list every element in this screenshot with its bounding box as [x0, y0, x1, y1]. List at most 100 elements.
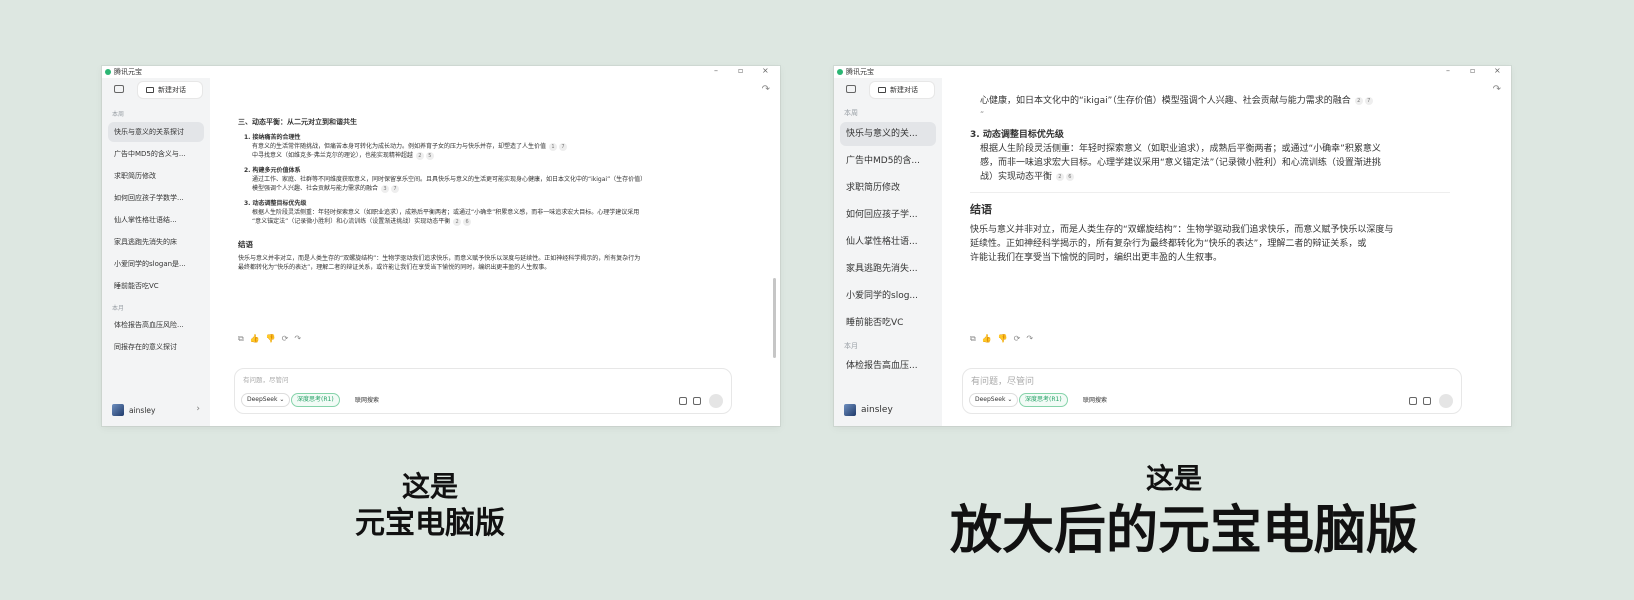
- sidebar-item[interactable]: 同报存在的意义探讨: [108, 337, 204, 357]
- chat-main: ↷ 心健康，如日本文化中的“ikigai”（生存价值）模型强调个人兴趣、社会贡献…: [942, 78, 1511, 426]
- yuanbao-logo-icon: [837, 69, 843, 75]
- citation-badge[interactable]: 7: [390, 184, 399, 193]
- minimize-button[interactable]: –: [1446, 66, 1450, 75]
- app-title: 腾讯元宝: [114, 68, 142, 76]
- sidebar-toggle-icon[interactable]: [846, 85, 856, 93]
- chat-main: ↷ 三、动态平衡：从二元对立到和谐共生 1. 接纳痛苦的合理性 有意义的生活常伴…: [210, 78, 780, 426]
- sidebar-item[interactable]: 仙人掌性格壮语结...: [108, 210, 204, 230]
- section-label-month: 本月: [844, 342, 858, 350]
- sidebar-item[interactable]: 快乐与意义的关...: [840, 122, 936, 146]
- close-button[interactable]: ×: [762, 66, 769, 75]
- web-search-toggle[interactable]: 联网搜索: [1083, 395, 1107, 407]
- sidebar-item[interactable]: 求职简历修改: [840, 176, 936, 200]
- maximize-button[interactable]: ▫: [1470, 66, 1475, 75]
- sidebar-item[interactable]: 仙人掌性格壮语...: [840, 230, 936, 254]
- sidebar-item[interactable]: 求职简历修改: [108, 166, 204, 186]
- deep-think-toggle[interactable]: 深度思考(R1): [291, 393, 340, 407]
- new-chat-icon: [146, 87, 154, 93]
- maximize-button[interactable]: ▫: [738, 66, 743, 75]
- scrollbar[interactable]: [773, 278, 776, 358]
- sidebar: 新建对话 本周 快乐与意义的关... 广告中MD5的含... 求职简历修改 如何…: [834, 78, 942, 426]
- message-actions[interactable]: ⧉👍👎⟳↷: [238, 334, 307, 344]
- user-profile[interactable]: ainsley ›: [112, 402, 200, 418]
- title-bar: 腾讯元宝 – ▫ ×: [834, 66, 1511, 78]
- citation-badge[interactable]: 2: [453, 217, 462, 226]
- section-label-week: 本周: [844, 109, 858, 117]
- assistant-answer: 三、动态平衡：从二元对立到和谐共生 1. 接纳痛苦的合理性 有意义的生活常伴随挑…: [238, 118, 748, 328]
- sidebar-item[interactable]: 广告中MD5的含义与...: [108, 144, 204, 164]
- paragraph-text: 战）实现动态平衡: [980, 172, 1053, 182]
- sidebar-item[interactable]: 家具逃跑先消失...: [840, 257, 936, 281]
- section-heading: 三、动态平衡：从二元对立到和谐共生: [238, 118, 357, 126]
- citation-badge[interactable]: 2: [415, 151, 424, 160]
- citation-badge[interactable]: 2: [1055, 172, 1064, 181]
- paragraph-text: “意义锚定法”（记录微小胜利）和心流训练（设置渐进挑战）实现动态平衡: [252, 218, 451, 225]
- app-window-zoomed: 腾讯元宝 – ▫ × 新建对话 本周 快乐与意义的关... 广告中MD5的含..…: [834, 66, 1511, 426]
- citation-badge[interactable]: 7: [558, 142, 567, 151]
- citation-badge[interactable]: 3: [380, 184, 389, 193]
- paragraph-text: 模型强调个人兴趣、社会贡献与能力需求的融合: [252, 185, 379, 192]
- citation-badge[interactable]: 6: [463, 217, 472, 226]
- message-actions[interactable]: ⧉👍👎⟳↷: [970, 334, 1039, 344]
- sidebar-item[interactable]: 快乐与意义的关系探讨: [108, 122, 204, 142]
- file-upload-icon[interactable]: [1423, 397, 1431, 405]
- paragraph-text: 通过工作、家庭、社群等不同维度获取意义，同时保留享乐空间。且具快乐与意义的生活更…: [252, 176, 647, 183]
- chat-input-box[interactable]: 有问题，尽管问 DeepSeek ⌄ 深度思考(R1) 联网搜索: [234, 368, 732, 414]
- chat-input-box[interactable]: 有问题，尽管问 DeepSeek ⌄ 深度思考(R1) 联网搜索: [962, 368, 1462, 414]
- caption-right-line2: 放大后的元宝电脑版: [949, 501, 1418, 561]
- image-upload-icon[interactable]: [1409, 397, 1417, 405]
- citation-badge[interactable]: 1: [548, 142, 557, 151]
- chat-input-placeholder[interactable]: 有问题，尽管问: [243, 374, 289, 384]
- image-upload-icon[interactable]: [679, 397, 687, 405]
- paragraph-text: 最终都转化为“快乐的表达”，理解二者的辩证关系，或许能让我们在享受当下愉悦的同时…: [238, 264, 551, 271]
- sidebar-toggle-icon[interactable]: [114, 85, 124, 93]
- deep-think-toggle[interactable]: 深度思考(R1): [1019, 393, 1068, 407]
- citation-badge[interactable]: 7: [1364, 96, 1373, 105]
- app-title: 腾讯元宝: [846, 68, 874, 76]
- sidebar-item[interactable]: 体检报告高血压...: [840, 354, 936, 378]
- yuanbao-logo-icon: [105, 69, 111, 75]
- point-title: 1. 接纳痛苦的合理性: [244, 134, 301, 141]
- sidebar-item[interactable]: 睡前能否吃VC: [840, 311, 936, 335]
- assistant-answer: 心健康，如日本文化中的“ikigai”（生存价值）模型强调个人兴趣、社会贡献与能…: [970, 94, 1490, 330]
- chat-input-placeholder[interactable]: 有问题，尽管问: [971, 374, 1034, 387]
- paragraph-text: 根据人生阶段灵活侧重：年轻时探索意义（如职业追求），成熟后平衡两者；或通过“小确…: [252, 209, 640, 216]
- paragraph-text: 许能让我们在享受当下愉悦的同时，编织出更丰盈的人生叙事。: [970, 253, 1223, 263]
- divider: [970, 192, 1450, 193]
- close-button[interactable]: ×: [1494, 66, 1501, 75]
- avatar: [844, 404, 856, 416]
- share-icon[interactable]: ↷: [762, 84, 770, 95]
- section-label-month: 本月: [112, 305, 125, 312]
- sidebar-item[interactable]: 小爱同学的slog...: [840, 284, 936, 308]
- sidebar-item[interactable]: 如何回应孩子学数学...: [108, 188, 204, 208]
- sidebar-item[interactable]: 睡前能否吃VC: [108, 276, 204, 296]
- user-profile[interactable]: ainsley: [844, 402, 932, 418]
- web-search-toggle[interactable]: 联网搜索: [355, 395, 379, 407]
- share-icon[interactable]: ↷: [1493, 84, 1501, 95]
- paragraph-text: 根据人生阶段灵活侧重：年轻时探索意义（如职业追求），成熟后平衡两者；或通过“小确…: [980, 144, 1381, 154]
- chevron-right-icon: ›: [196, 404, 200, 414]
- citation-badge[interactable]: 5: [425, 151, 434, 160]
- file-upload-icon[interactable]: [693, 397, 701, 405]
- new-chat-button[interactable]: 新建对话: [870, 82, 934, 98]
- paragraph-text: 快乐与意义并非对立，而是人类生存的“双螺旋结构”：生物学驱动我们追求快乐，而意义…: [238, 255, 641, 262]
- new-chat-button[interactable]: 新建对话: [138, 82, 202, 98]
- caption-left-line2: 元宝电脑版: [355, 506, 505, 541]
- sidebar-item[interactable]: 体检报告高血压风险...: [108, 315, 204, 335]
- citation-badge[interactable]: 6: [1065, 172, 1074, 181]
- sidebar-item[interactable]: 家具逃跑先消失的床: [108, 232, 204, 252]
- send-button[interactable]: [1439, 394, 1453, 408]
- app-window-normal: 腾讯元宝 – ▫ × 新建对话 本周 快乐与意义的关系探讨 广告中MD5的含义与…: [102, 66, 780, 426]
- point-title: 3. 动态调整目标优先级: [244, 200, 307, 207]
- model-selector[interactable]: DeepSeek ⌄: [241, 393, 291, 407]
- model-selector[interactable]: DeepSeek ⌄: [969, 393, 1019, 407]
- minimize-button[interactable]: –: [714, 66, 718, 75]
- sidebar-item[interactable]: 如何回应孩子学...: [840, 203, 936, 227]
- username: ainsley: [861, 405, 893, 415]
- paragraph-text: 有意义的生活常伴随挑战，但痛苦本身可转化为成长动力。例如养育子女的压力与快乐并存…: [252, 143, 547, 150]
- citation-badge[interactable]: 2: [1354, 96, 1363, 105]
- sidebar-item[interactable]: 广告中MD5的含...: [840, 149, 936, 173]
- send-button[interactable]: [709, 394, 723, 408]
- new-chat-label: 新建对话: [158, 86, 186, 94]
- sidebar-item[interactable]: 小爱同学的slogan是...: [108, 254, 204, 274]
